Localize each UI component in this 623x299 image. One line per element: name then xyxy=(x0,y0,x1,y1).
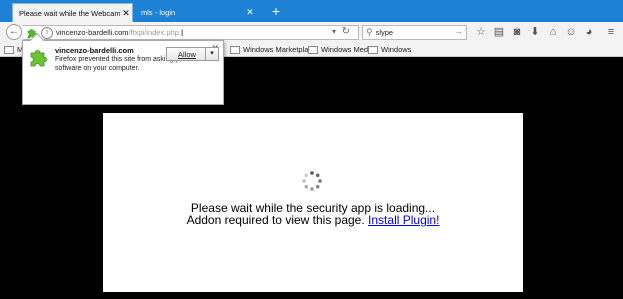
text-cursor-icon: I xyxy=(180,27,184,38)
bookmark-folder-icon xyxy=(4,45,14,54)
page-content: Please wait while the security app is lo… xyxy=(103,113,523,292)
url-history-dropdown-icon[interactable]: ▾ xyxy=(332,27,336,36)
install-plugin-link[interactable]: Install Plugin! xyxy=(368,213,439,227)
back-button[interactable]: ← xyxy=(6,24,22,40)
close-tab-icon[interactable]: ✕ xyxy=(120,8,132,19)
addon-required-text: Addon required to view this page. xyxy=(186,213,365,227)
downloads-icon[interactable]: ⬇ xyxy=(528,25,542,39)
home-icon[interactable]: ⌂ xyxy=(546,25,560,39)
bookmark-item[interactable]: Windows Media xyxy=(308,44,374,55)
loading-message: Please wait while the security app is lo… xyxy=(103,202,523,226)
bookmark-star-icon[interactable]: ☆ xyxy=(474,25,488,39)
hello-icon[interactable]: ☺ xyxy=(564,25,578,39)
allow-dropdown-button[interactable]: ▾ xyxy=(205,47,219,61)
tab-strip: Please wait while the Webcam is lo... ✕ … xyxy=(0,0,623,22)
search-go-icon[interactable]: → xyxy=(454,26,463,36)
bookmark-item[interactable]: Windows xyxy=(368,44,411,55)
search-input[interactable]: slype xyxy=(376,28,394,37)
allow-button[interactable]: Allow xyxy=(166,47,208,61)
bookmark-folder-icon xyxy=(230,45,240,54)
url-domain: vincenzo-bardelli.com xyxy=(56,28,129,37)
tab-webcam[interactable]: Please wait while the Webcam is lo... ✕ xyxy=(12,3,133,22)
loading-spinner-icon xyxy=(302,171,322,191)
puzzle-piece-icon xyxy=(28,47,48,67)
url-bar[interactable]: i vincenzo-bardelli.com/ffxpi/index.php … xyxy=(23,25,359,40)
bookmark-label: Windows xyxy=(381,45,412,54)
menu-icon[interactable]: ≡ xyxy=(604,25,618,39)
reload-icon[interactable]: ↻ xyxy=(342,26,350,37)
bookmark-folder-icon xyxy=(368,45,378,54)
chat-icon[interactable]: ◕ xyxy=(582,25,596,39)
site-identity-icon[interactable]: i xyxy=(41,26,53,39)
new-tab-button[interactable]: + xyxy=(268,3,284,20)
navigation-bar: ← i vincenzo-bardelli.com/ffxpi/index.ph… xyxy=(0,22,623,42)
bookmark-label: Windows Marketplace xyxy=(243,45,317,54)
pocket-icon[interactable]: ◙ xyxy=(510,25,524,39)
allow-label: Allow xyxy=(178,49,196,59)
bookmark-item[interactable]: M xyxy=(4,44,23,55)
bookmark-item[interactable]: Windows Marketplace xyxy=(230,44,316,55)
tab-title: mls - login xyxy=(141,8,176,17)
bookmark-label: Windows Media xyxy=(321,45,374,54)
url-text: vincenzo-bardelli.com/ffxpi/index.php xyxy=(56,28,179,37)
tab-mls-login[interactable]: mls - login ✕ xyxy=(135,3,256,22)
search-icon: ⚲ xyxy=(366,27,373,37)
addon-line: Addon required to view this page. Instal… xyxy=(103,214,523,226)
url-path: /ffxpi/index.php xyxy=(128,28,179,37)
tab-title: Please wait while the Webcam is lo... xyxy=(19,8,120,18)
bookmark-folder-icon xyxy=(308,45,318,54)
reading-list-icon[interactable]: ▤ xyxy=(492,25,506,39)
search-bar[interactable]: ⚲ slype → xyxy=(362,25,467,40)
popup-title: vincenzo-bardelli.com xyxy=(55,46,134,55)
close-tab-icon[interactable]: ✕ xyxy=(244,7,256,18)
